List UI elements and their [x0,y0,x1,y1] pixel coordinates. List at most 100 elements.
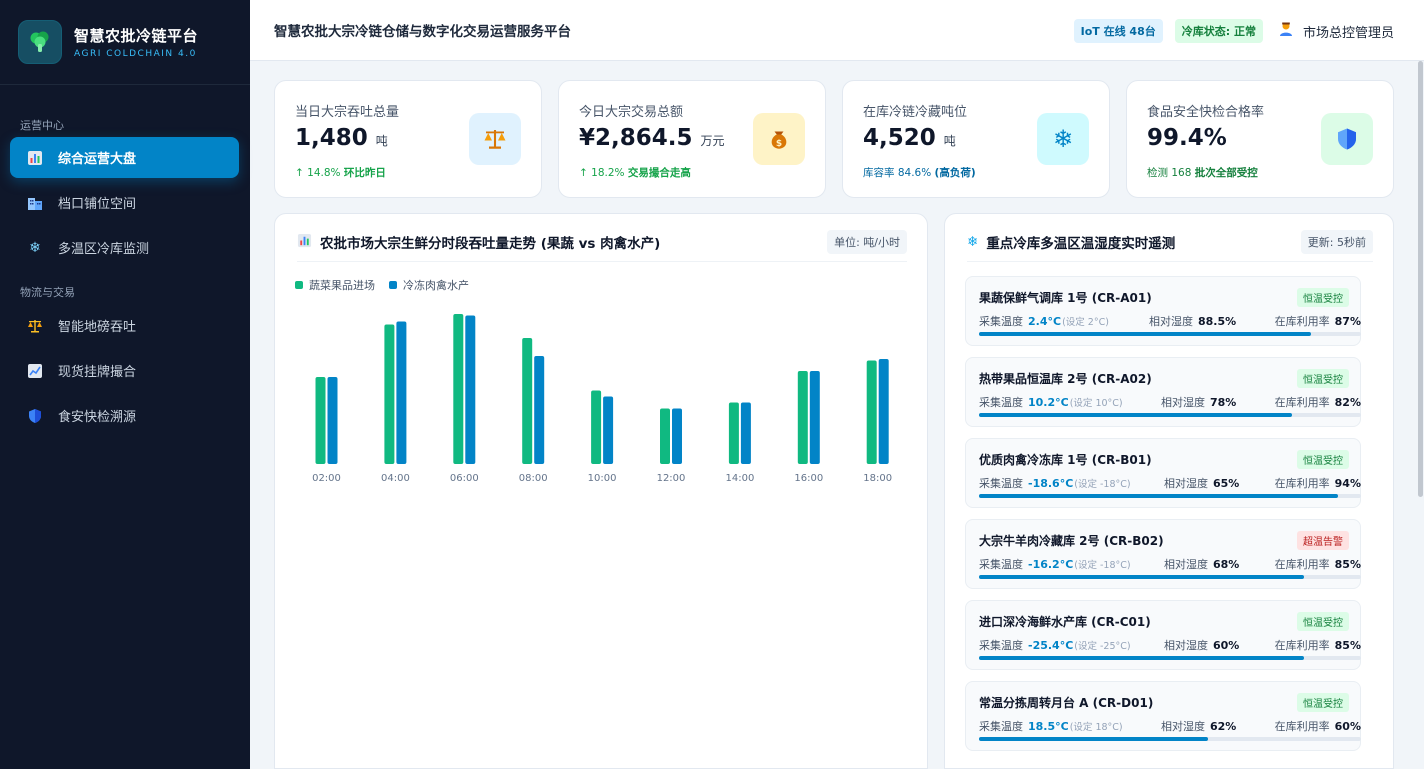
room-temperature: 采集温度 10.2°C(设定 10°C) [979,396,1123,409]
sidebar-item-label: 综合运营大盘 [58,152,137,167]
sidebar: 智慧农批冷链平台 AGRI COLDCHAIN 4.0 运营中心 综合运营大盘 … [0,0,250,769]
bar-chart-icon [26,149,44,167]
sidebar-item-food-safety[interactable]: 食安快检溯源 [10,395,239,436]
sidebar-item-label: 多温区冷库监测 [58,242,150,257]
room-utilization: 在库利用率 60% [1274,720,1361,733]
chart-bar-meat-seafood[interactable] [603,396,614,465]
sidebar-item-stalls[interactable]: 档口铺位空间 [10,182,239,223]
room-temperature: 采集温度 -25.4°C(设定 -25°C) [979,639,1131,652]
room-name: 优质肉禽冷冻库 1号 (CR-B01) [979,453,1152,467]
legend-swatch [389,281,397,289]
room-humidity: 相对湿度 60% [1164,639,1240,652]
utilization-bar [979,332,1361,336]
rooms-panel-title: ❄ 重点冷库多温区温湿度实时遥测 [967,234,1176,252]
cold-room-card[interactable]: 热带果品恒温库 2号 (CR-A02) 恒温受控采集温度 10.2°C(设定 10°… [965,357,1361,427]
kpi-sub: ↑ 14.8% 环比昨日 [295,167,386,179]
x-tick-label: 04:00 [381,473,410,484]
chart-bar-produce[interactable] [453,314,464,464]
room-name: 热带果品恒温库 2号 (CR-A02) [979,372,1152,386]
chart-legend: 蔬菜果品进场 冷冻肉禽水产 [295,277,483,293]
room-humidity: 相对湿度 78% [1161,396,1237,409]
scale-icon [469,113,521,165]
sidebar-item-weighbridge[interactable]: 智能地磅吞吐 [10,305,239,346]
kpi-label: 在库冷链冷藏吨位 [863,105,968,120]
legend-swatch [295,281,303,289]
trend-chart-icon [26,362,44,380]
utilization-bar [979,656,1361,660]
snowflake-icon: ❄ [29,239,41,256]
chart-bar-produce[interactable] [866,360,877,465]
scrollbar-thumb[interactable] [1418,61,1423,497]
sidebar-item-dashboard[interactable]: 综合运营大盘 [10,137,239,178]
room-utilization: 在库利用率 85% [1274,639,1361,652]
user-menu[interactable]: 市场总控管理员 [1279,21,1394,41]
update-time-tag: 更新: 5秒前 [1300,230,1373,254]
kpi-sub: 检测 168 批次全部受控 [1147,167,1258,179]
sidebar-item-label: 档口铺位空间 [58,197,137,212]
cold-storage-status-badge: 冷库状态: 正常 [1174,19,1263,43]
chart-bar-produce[interactable] [315,377,326,464]
snowflake-icon: ❄ [967,234,979,250]
utilization-bar-fill [979,737,1209,741]
chart-bar-produce[interactable] [384,324,395,465]
chart-bar-produce[interactable] [728,402,739,465]
room-temperature: 采集温度 -16.2°C(设定 -18°C) [979,558,1131,571]
utilization-bar [979,494,1361,498]
utilization-bar-fill [979,332,1312,336]
brand-subtitle: AGRI COLDCHAIN 4.0 [74,49,197,59]
chart-bar-produce[interactable] [797,371,808,464]
kpi-card-throughput: 当日大宗吞吐总量 1,480 吨 ↑ 14.8% 环比昨日 [274,80,542,198]
chart-unit-tag: 单位: 吨/小时 [827,230,907,254]
nav-section-logistics: 物流与交易 [20,286,75,299]
room-temperature: 采集温度 2.4°C(设定 2°C) [979,315,1109,328]
brand-title: 智慧农批冷链平台 [74,27,199,45]
x-tick-label: 08:00 [519,473,548,484]
room-humidity: 相对湿度 88.5% [1149,315,1237,328]
chart-bar-meat-seafood[interactable] [465,315,476,465]
cold-room-card[interactable]: 优质肉禽冷冻库 1号 (CR-B01) 恒温受控 采集温度 -18.6°C(设定 -1… [965,438,1361,508]
room-utilization: 在库利用率 94% [1274,477,1361,490]
sidebar-item-label: 智能地磅吞吐 [58,320,137,335]
page-scrollbar[interactable] [1417,61,1424,769]
kpi-card-food-safety: 食品安全快检合格率 99.4% 检测 168 批次全部受控 [1126,80,1394,198]
sidebar-item-cold-storage[interactable]: ❄ 多温区冷库监测 [10,227,239,268]
cold-room-card[interactable]: 果蔬保鲜气调库 1号 (CR-A01) 恒温受控 采集温度 2.4°C(设定 2°C)… [965,276,1361,346]
room-humidity: 相对湿度 68% [1164,558,1240,571]
x-tick-label: 12:00 [657,473,686,484]
chart-bar-meat-seafood[interactable] [534,356,545,464]
svg-text:$: $ [776,139,782,149]
chart-bar-meat-seafood[interactable] [740,402,751,465]
kpi-value: 4,520 [863,125,936,151]
cold-room-card[interactable]: 进口深冷海鲜水产库 (CR-C01) 恒温受控 采集温度 -25.4°C(设定 -25… [965,600,1361,670]
throughput-chart-panel: 农批市场大宗生鲜分时段吞吐量走势 (果蔬 vs 肉禽水产) 单位: 吨/小时 蔬… [274,213,928,769]
chart-bar-produce[interactable] [660,408,670,465]
legend-item-meat-seafood[interactable]: 冷冻肉禽水产 [389,277,469,293]
money-bag-icon: $ [753,113,805,165]
room-status-badge: 恒温受控 [1297,288,1349,307]
room-status-badge: 恒温受控 [1297,369,1349,388]
chart-bar-produce[interactable] [522,338,533,464]
cold-room-card[interactable]: 大宗牛羊肉冷藏库 2号 (CR-B02) 超温告警 采集温度 -16.2°C(设定 -… [965,519,1361,589]
room-humidity: 相对湿度 65% [1164,477,1240,490]
legend-item-produce[interactable]: 蔬菜果品进场 [295,277,375,293]
kpi-label: 食品安全快检合格率 [1147,105,1265,120]
broccoli-icon [18,20,62,64]
sidebar-item-spot-trading[interactable]: 现货挂牌撮合 [10,350,239,391]
chart-bar-produce[interactable] [591,390,602,465]
sidebar-item-label: 食安快检溯源 [58,410,137,425]
utilization-bar-fill [979,413,1293,417]
kpi-unit: 吨 [943,134,956,148]
chart-bar-meat-seafood[interactable] [672,408,682,465]
brand: 智慧农批冷链平台 AGRI COLDCHAIN 4.0 [0,0,250,85]
x-tick-label: 14:00 [725,473,754,484]
chart-bar-meat-seafood[interactable] [327,377,338,464]
chart-bar-meat-seafood[interactable] [809,371,820,464]
room-utilization: 在库利用率 87% [1274,315,1361,328]
cold-room-telemetry-panel: ❄ 重点冷库多温区温湿度实时遥测 更新: 5秒前 果蔬保鲜气调库 1号 (CR-… [944,213,1394,769]
cold-room-card[interactable]: 常温分拣周转月台 A (CR-D01) 恒温受控 采集温度 18.5°C(设定 18°… [965,681,1361,751]
chart-bar-meat-seafood[interactable] [396,321,407,465]
kpi-unit: 吨 [375,134,388,148]
chart-bar-meat-seafood[interactable] [878,359,889,464]
sidebar-item-label: 现货挂牌撮合 [58,365,137,380]
room-status-badge: 恒温受控 [1297,450,1349,469]
